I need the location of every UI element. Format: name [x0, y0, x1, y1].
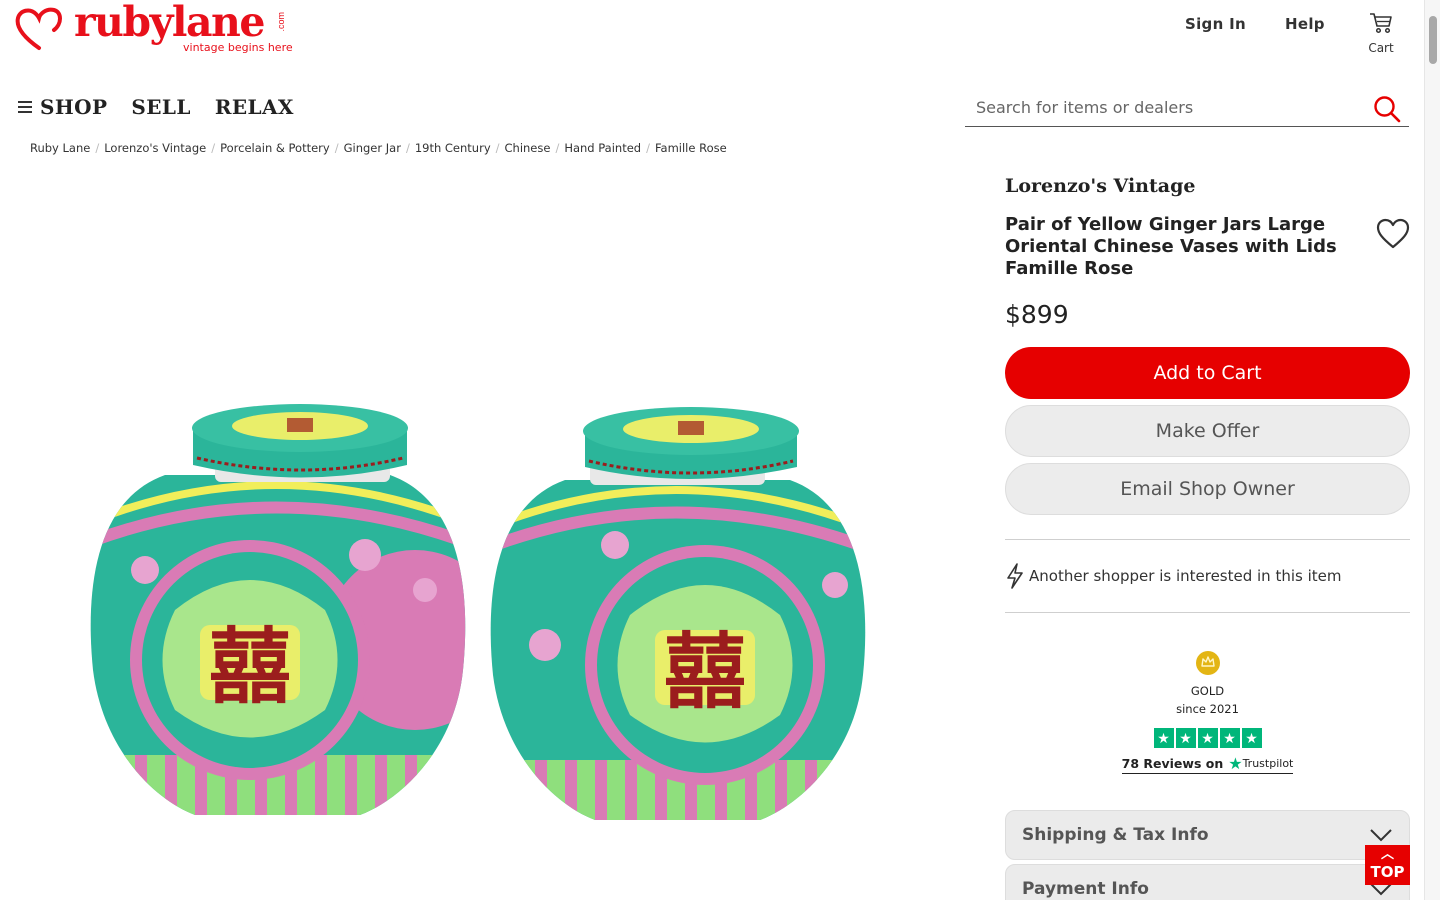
help-link[interactable]: Help: [1285, 15, 1325, 33]
breadcrumb-item[interactable]: Ruby Lane: [30, 141, 90, 155]
breadcrumb-separator: /: [405, 141, 410, 155]
lightning-icon: [1007, 563, 1023, 589]
crown-icon: [1195, 651, 1220, 675]
back-to-top-label: TOP: [1370, 863, 1405, 881]
breadcrumb-item[interactable]: 19th Century: [415, 141, 491, 155]
payment-info-accordion[interactable]: Payment Info: [1005, 864, 1410, 900]
seller-since: since 2021: [1176, 702, 1239, 716]
breadcrumb: Ruby Lane / Lorenzo's Vintage / Porcelain …: [30, 141, 727, 155]
hamburger-icon[interactable]: [18, 98, 32, 116]
ginger-jar-left: 囍: [90, 404, 466, 815]
chevron-down-icon: [1370, 829, 1392, 842]
interest-text: Another shopper is interested in this it…: [1029, 567, 1342, 585]
product-price: $899: [1005, 300, 1069, 329]
accordion-label: Shipping & Tax Info: [1022, 825, 1209, 845]
make-offer-button[interactable]: Make Offer: [1005, 405, 1410, 457]
breadcrumb-separator: /: [334, 141, 339, 155]
search-bar: [965, 90, 1409, 127]
seller-level: GOLD: [1190, 684, 1225, 698]
favorite-button[interactable]: [1376, 218, 1410, 255]
cart-label: Cart: [1368, 41, 1394, 55]
scrollbar-thumb[interactable]: [1429, 16, 1437, 64]
search-input[interactable]: [965, 90, 1355, 124]
product-title: Pair of Yellow Ginger Jars Large Orienta…: [1005, 214, 1337, 279]
product-details: Lorenzo's Vintage Pair of Yellow Ginger …: [1005, 170, 1410, 774]
divider: [1005, 612, 1410, 613]
svg-text:囍: 囍: [664, 624, 746, 720]
page-scrollbar[interactable]: [1424, 0, 1440, 900]
breadcrumb-item[interactable]: Lorenzo's Vintage: [104, 141, 206, 155]
trustpilot-star-icon: ★: [1228, 754, 1243, 773]
breadcrumb-separator: /: [495, 141, 500, 155]
svg-text:囍: 囍: [209, 619, 291, 715]
main-nav: SHOP SELL RELAX: [18, 95, 318, 119]
accordion-label: Payment Info: [1022, 879, 1149, 899]
chevron-up-icon: ︿: [1380, 847, 1394, 862]
breadcrumb-item[interactable]: Hand Painted: [564, 141, 641, 155]
back-to-top-button[interactable]: ︿ TOP: [1365, 845, 1410, 885]
breadcrumb-separator: /: [555, 141, 560, 155]
star-icon: ★: [1241, 728, 1262, 748]
nav-sell[interactable]: SELL: [131, 95, 190, 119]
cart-icon: [1370, 13, 1392, 34]
logo-tld: .com: [276, 12, 286, 32]
breadcrumb-separator: /: [95, 141, 100, 155]
star-icon: ★: [1175, 728, 1196, 748]
sign-in-link[interactable]: Sign In: [1185, 15, 1246, 33]
seller-badge: GOLD since 2021 ★ ★ ★ ★ ★ 78 Reviews on …: [1005, 651, 1410, 774]
search-icon: [1374, 96, 1401, 123]
nav-shop[interactable]: SHOP: [40, 95, 107, 119]
shop-name-link[interactable]: Lorenzo's Vintage: [1005, 175, 1410, 197]
product-image[interactable]: 囍 囍: [30, 175, 930, 900]
breadcrumb-item[interactable]: Famille Rose: [655, 141, 727, 155]
logo-tagline: vintage begins here: [183, 41, 293, 54]
trustpilot-wordmark: Trustpilot: [1242, 757, 1294, 770]
logo-wordmark: rubylane: [74, 0, 265, 46]
breadcrumb-item[interactable]: Ginger Jar: [344, 141, 401, 155]
interest-notice: Another shopper is interested in this it…: [1005, 540, 1410, 612]
email-shop-owner-button[interactable]: Email Shop Owner: [1005, 463, 1410, 515]
breadcrumb-separator: /: [646, 141, 650, 155]
breadcrumb-item[interactable]: Chinese: [505, 141, 551, 155]
logo[interactable]: rubylane vintage begins here .com: [14, 0, 294, 54]
star-icon: ★: [1153, 728, 1174, 748]
nav-relax[interactable]: RELAX: [215, 95, 294, 119]
shipping-tax-accordion[interactable]: Shipping & Tax Info: [1005, 810, 1410, 860]
add-to-cart-button[interactable]: Add to Cart: [1005, 347, 1410, 399]
favorite-heart-icon: [1376, 218, 1410, 249]
star-icon: ★: [1219, 728, 1240, 748]
breadcrumb-item[interactable]: Porcelain & Pottery: [220, 141, 330, 155]
search-button[interactable]: [1373, 95, 1401, 128]
trustpilot-reviews-link[interactable]: 78 Reviews on ★ Trustpilot: [1121, 754, 1294, 774]
reviews-count: 78 Reviews on: [1121, 756, 1224, 771]
ginger-jar-right: 囍: [490, 407, 866, 820]
breadcrumb-separator: /: [211, 141, 216, 155]
trustpilot-stars: ★ ★ ★ ★ ★: [1005, 728, 1410, 748]
cart-button[interactable]: Cart: [1362, 12, 1400, 55]
star-icon: ★: [1197, 728, 1218, 748]
heart-logo-icon: [15, 7, 62, 50]
